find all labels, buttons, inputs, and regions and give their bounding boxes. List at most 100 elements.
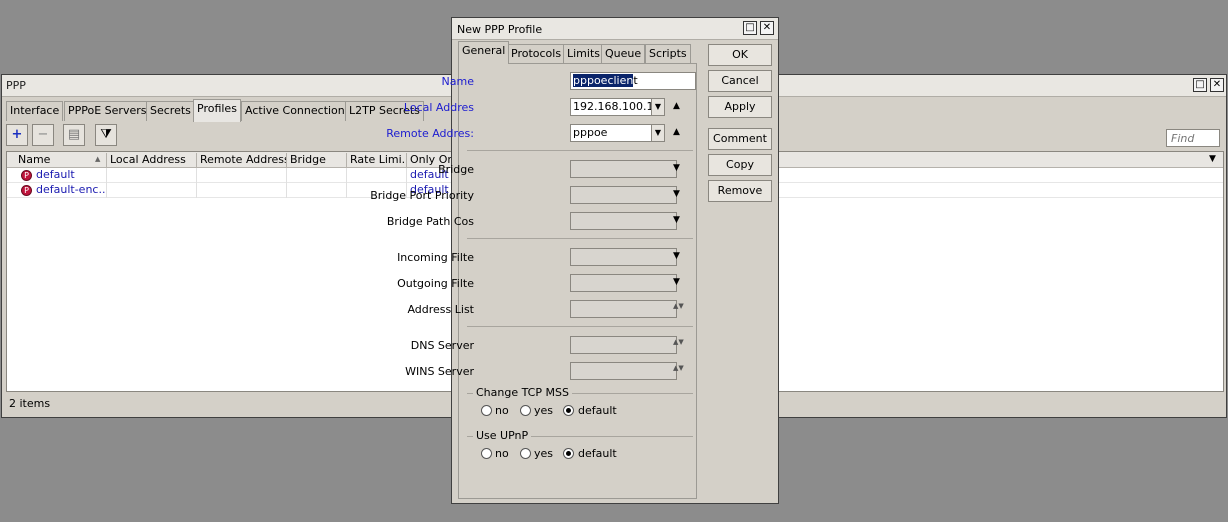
incoming-filter-label: Incoming Filte bbox=[397, 251, 474, 264]
dns-server-field[interactable] bbox=[570, 336, 677, 354]
bridge-path-cost-field[interactable] bbox=[570, 212, 677, 230]
dialog-titlebar[interactable]: New PPP Profile □ ✕ bbox=[452, 18, 778, 40]
cell-local-address bbox=[107, 183, 197, 198]
bridge-path-cost-dropdown-icon[interactable]: ▼ bbox=[673, 215, 680, 225]
apply-button[interactable]: Apply bbox=[708, 96, 772, 118]
cell-local-address bbox=[107, 168, 197, 183]
use-upnp-no-label: no bbox=[495, 447, 509, 460]
wins-server-field[interactable] bbox=[570, 362, 677, 380]
general-tab-panel: Name pppoeclient Local Addres 192.168.10… bbox=[370, 63, 697, 499]
change-tcp-mss-no-radio[interactable] bbox=[481, 405, 492, 416]
remove-icon[interactable]: − bbox=[32, 124, 54, 146]
dialog-title: New PPP Profile bbox=[457, 23, 543, 36]
bridge-field[interactable] bbox=[570, 160, 677, 178]
name-text-rest: t bbox=[633, 74, 638, 87]
name-label: Name bbox=[441, 75, 474, 88]
outgoing-filter-field[interactable] bbox=[570, 274, 677, 292]
use-upnp-yes-label: yes bbox=[534, 447, 554, 460]
address-list-updown-icon[interactable]: ▲▼ bbox=[673, 303, 684, 310]
cancel-button[interactable]: Cancel bbox=[708, 70, 772, 92]
column-header-bridge[interactable]: Bridge bbox=[287, 153, 347, 167]
profile-icon: P bbox=[21, 185, 32, 196]
column-header-local-address[interactable]: Local Address bbox=[107, 153, 197, 167]
change-tcp-mss-label: Change TCP MSS bbox=[473, 386, 572, 399]
remote-address-field[interactable]: pppoe bbox=[570, 124, 660, 142]
close-icon[interactable]: ✕ bbox=[760, 21, 774, 35]
change-tcp-mss-yes-radio[interactable] bbox=[520, 405, 531, 416]
filter-icon[interactable]: ⧩ bbox=[95, 124, 117, 146]
use-upnp-default-label: default bbox=[578, 447, 617, 460]
address-list-label: Address List bbox=[407, 303, 474, 316]
incoming-filter-dropdown-icon[interactable]: ▼ bbox=[673, 251, 680, 261]
ok-button[interactable]: OK bbox=[708, 44, 772, 66]
cell-bridge bbox=[287, 168, 347, 183]
use-upnp-default-radio[interactable] bbox=[563, 448, 574, 459]
add-icon[interactable]: + bbox=[6, 124, 28, 146]
separator bbox=[467, 238, 693, 239]
change-tcp-mss-no-label: no bbox=[495, 404, 509, 417]
use-upnp-yes-radio[interactable] bbox=[520, 448, 531, 459]
tab-general[interactable]: General bbox=[458, 41, 510, 64]
comment-icon[interactable]: ▤ bbox=[63, 124, 85, 146]
ppp-window-title: PPP bbox=[6, 79, 26, 92]
use-upnp-no-radio[interactable] bbox=[481, 448, 492, 459]
tab-protocols[interactable]: Protocols bbox=[507, 44, 566, 64]
tab-pppoe-servers[interactable]: PPPoE Servers bbox=[64, 101, 151, 121]
tab-limits[interactable]: Limits bbox=[563, 44, 604, 64]
change-tcp-mss-default-label: default bbox=[578, 404, 617, 417]
bridge-port-priority-label: Bridge Port Priority bbox=[370, 189, 474, 202]
column-menu-icon[interactable]: ▼ bbox=[1209, 154, 1216, 164]
tab-interface[interactable]: Interface bbox=[6, 101, 64, 121]
item-count: 2 items bbox=[9, 397, 51, 410]
restore-icon[interactable]: □ bbox=[1193, 78, 1207, 92]
wins-server-label: WINS Server bbox=[405, 365, 474, 378]
cell-name: default bbox=[33, 168, 107, 183]
use-upnp-label: Use UPnP bbox=[473, 429, 532, 442]
column-header-name[interactable]: Name bbox=[15, 153, 107, 167]
close-icon[interactable]: ✕ bbox=[1210, 78, 1224, 92]
tab-active-connections[interactable]: Active Connections bbox=[241, 101, 355, 121]
column-header-rate-limit[interactable]: Rate Limi... bbox=[347, 153, 407, 167]
local-address-field[interactable]: 192.168.100.1 bbox=[570, 98, 660, 116]
find-input[interactable] bbox=[1166, 129, 1220, 147]
new-ppp-profile-dialog: New PPP Profile □ ✕ General Protocols Li… bbox=[370, 17, 779, 504]
tab-scripts[interactable]: Scripts bbox=[645, 44, 691, 64]
wins-server-updown-icon[interactable]: ▲▼ bbox=[673, 365, 684, 372]
bridge-dropdown-icon[interactable]: ▼ bbox=[673, 163, 680, 173]
name-selected-text: pppoeclien bbox=[573, 74, 634, 87]
incoming-filter-field[interactable] bbox=[570, 248, 677, 266]
bridge-port-priority-field[interactable] bbox=[570, 186, 677, 204]
separator bbox=[467, 326, 693, 327]
tab-queue[interactable]: Queue bbox=[601, 44, 646, 64]
column-header-remote-address[interactable]: Remote Address bbox=[197, 153, 287, 167]
change-tcp-mss-default-radio[interactable] bbox=[563, 405, 574, 416]
tab-profiles[interactable]: Profiles bbox=[193, 99, 241, 122]
tab-secrets[interactable]: Secrets bbox=[146, 101, 195, 121]
name-field[interactable]: pppoeclient bbox=[570, 72, 696, 90]
sort-asc-icon: ▲ bbox=[95, 155, 101, 163]
cell-remote-address bbox=[197, 168, 287, 183]
comment-button[interactable]: Comment bbox=[708, 128, 772, 150]
maximize-icon[interactable]: □ bbox=[743, 21, 757, 35]
cell-remote-address bbox=[197, 183, 287, 198]
copy-button[interactable]: Copy bbox=[708, 154, 772, 176]
address-list-field[interactable] bbox=[570, 300, 677, 318]
cell-bridge bbox=[287, 183, 347, 198]
cell-name: default-enc... bbox=[33, 183, 107, 198]
cell-rate-limit bbox=[347, 168, 407, 183]
remote-address-dropdown-icon[interactable]: ▼ bbox=[651, 124, 665, 142]
bridge-port-priority-dropdown-icon[interactable]: ▼ bbox=[673, 189, 680, 199]
local-address-collapse-icon[interactable]: ▲ bbox=[673, 101, 680, 111]
bridge-path-cost-label: Bridge Path Cos bbox=[386, 215, 474, 228]
local-address-dropdown-icon[interactable]: ▼ bbox=[651, 98, 665, 116]
remote-address-label: Remote Addres: bbox=[386, 127, 474, 140]
profile-icon: P bbox=[21, 170, 32, 181]
dns-server-label: DNS Server bbox=[410, 339, 474, 352]
separator bbox=[467, 150, 693, 151]
bridge-label: Bridge bbox=[438, 163, 474, 176]
dns-server-updown-icon[interactable]: ▲▼ bbox=[673, 339, 684, 346]
outgoing-filter-dropdown-icon[interactable]: ▼ bbox=[673, 277, 680, 287]
remote-address-collapse-icon[interactable]: ▲ bbox=[673, 127, 680, 137]
change-tcp-mss-yes-label: yes bbox=[534, 404, 554, 417]
remove-button[interactable]: Remove bbox=[708, 180, 772, 202]
